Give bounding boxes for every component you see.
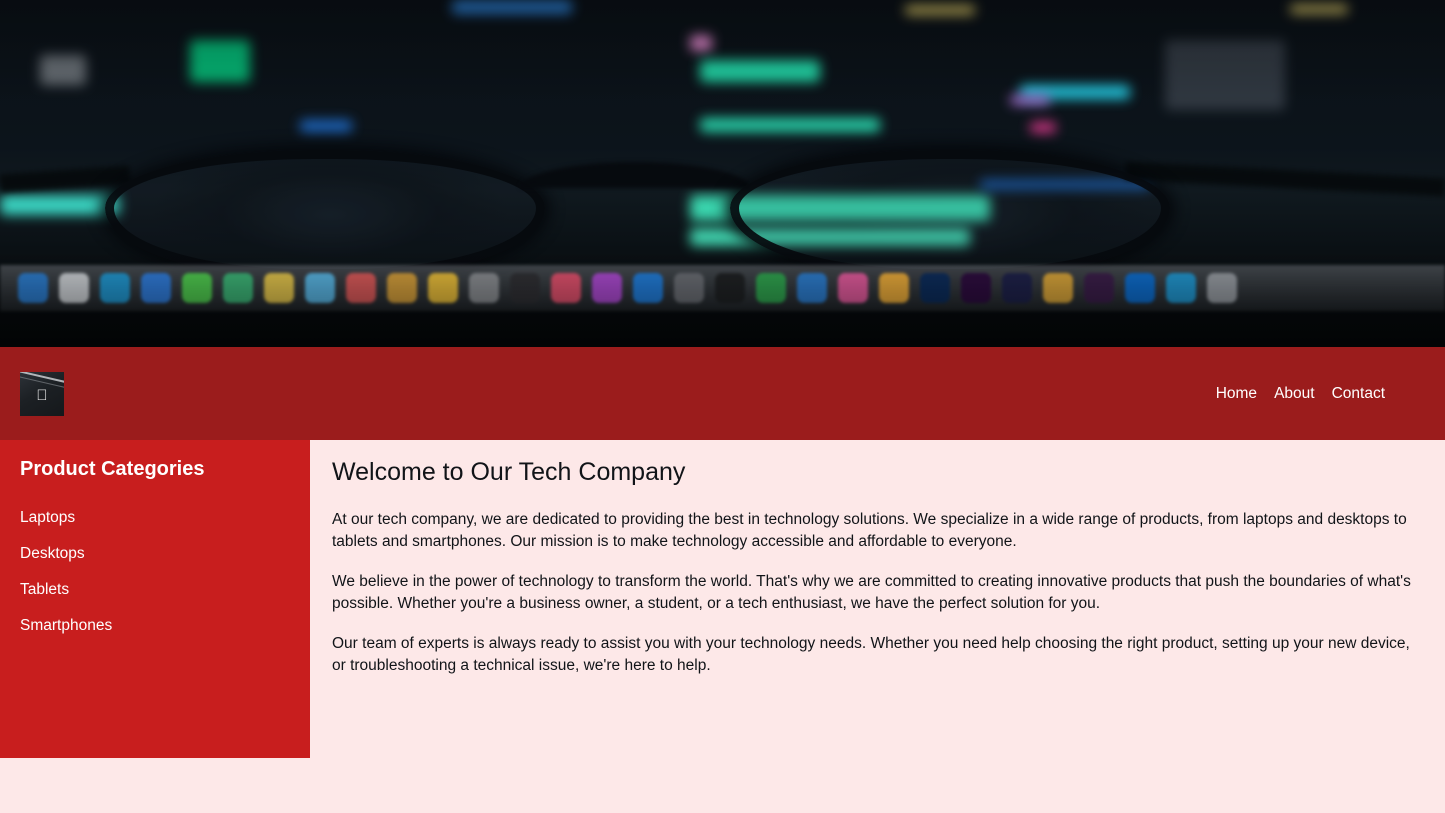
hero-vignette [0, 0, 1445, 347]
site-header:  Home About Contact [0, 347, 1445, 440]
page-footer-spacer [0, 758, 1445, 808]
sidebar-title: Product Categories [20, 458, 205, 480]
sidebar-item-tablets[interactable]: Tablets [20, 581, 69, 598]
main-navigation: Home About Contact [1216, 385, 1425, 403]
list-item: Desktops [20, 545, 290, 563]
page-root:  Home About Contact Product Categories … [0, 0, 1445, 813]
main-content: Welcome to Our Tech Company At our tech … [310, 440, 1445, 758]
sidebar-item-laptops[interactable]: Laptops [20, 509, 75, 526]
site-logo[interactable]:  [20, 371, 64, 416]
mission-paragraph: We believe in the power of technology to… [332, 572, 1411, 613]
list-item: Smartphones [20, 617, 290, 635]
nav-link-about[interactable]: About [1274, 385, 1315, 403]
sidebar-item-smartphones[interactable]: Smartphones [20, 617, 112, 634]
nav-link-home[interactable]: Home [1216, 385, 1257, 403]
list-item: Tablets [20, 581, 290, 599]
list-item: Laptops [20, 509, 290, 527]
nav-link-contact[interactable]: Contact [1332, 385, 1385, 403]
hero-banner [0, 0, 1445, 347]
intro-paragraph: At our tech company, we are dedicated to… [332, 511, 1407, 551]
product-category-list: Laptops Desktops Tablets Smartphones [20, 509, 290, 635]
page-title: Welcome to Our Tech Company [332, 458, 686, 486]
hero-banner-image [0, 0, 1445, 347]
apple-logo-icon:  [36, 388, 47, 403]
sidebar: Product Categories Laptops Desktops Tabl… [0, 440, 310, 758]
support-paragraph: Our team of experts is always ready to a… [332, 634, 1410, 675]
content-wrapper: Product Categories Laptops Desktops Tabl… [0, 440, 1445, 758]
sidebar-item-desktops[interactable]: Desktops [20, 545, 85, 562]
